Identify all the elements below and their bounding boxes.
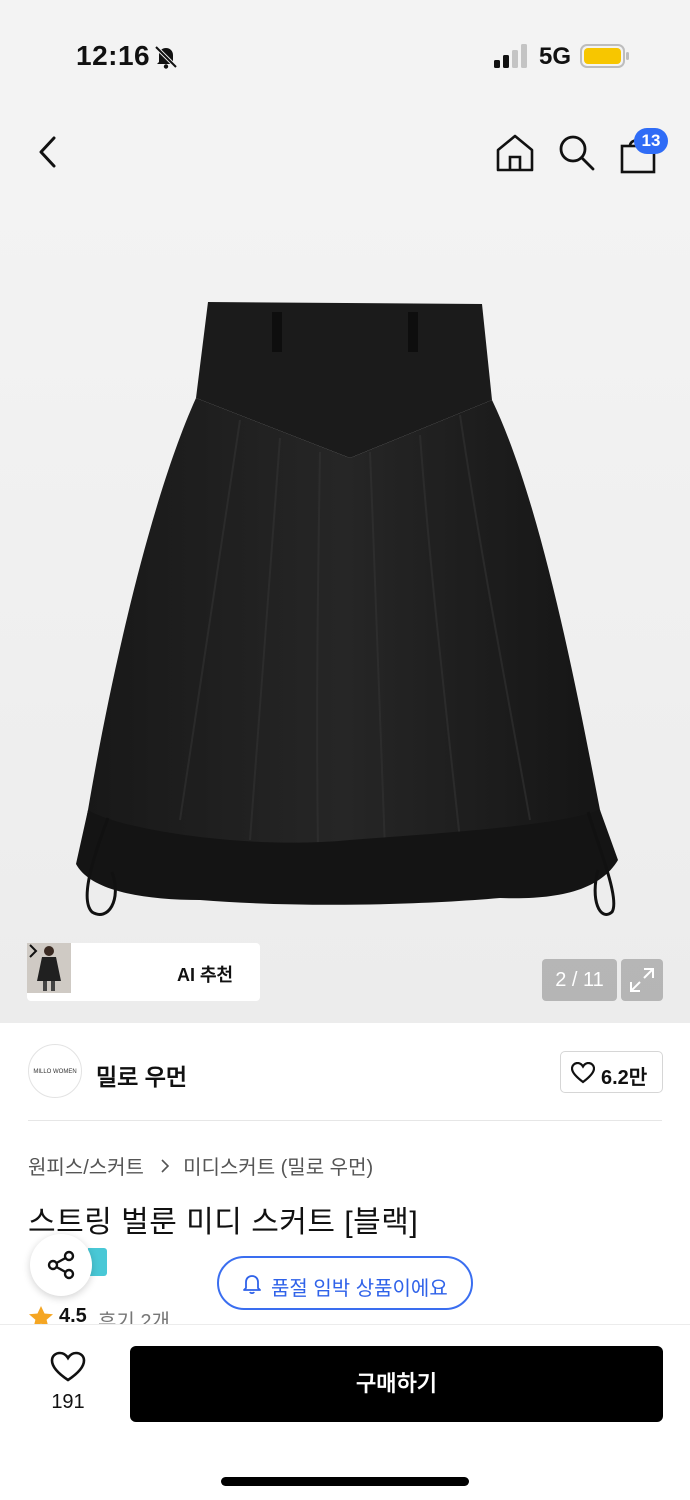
search-icon[interactable] (556, 132, 596, 172)
buy-button[interactable]: 구매하기 (130, 1346, 663, 1422)
home-icon[interactable] (494, 132, 536, 174)
chevron-right-icon (160, 1158, 169, 1173)
breadcrumb: 원피스/스커트 미디스커트 (밀로 우먼) (28, 1151, 373, 1180)
status-time: 12:16 (76, 40, 151, 71)
skirt-photo (76, 302, 618, 916)
heart-icon (571, 1062, 595, 1084)
wishlist-count: 191 (51, 1391, 85, 1413)
heart-icon (50, 1351, 86, 1382)
brand-logo[interactable]: MILLO WOMEN (28, 1044, 82, 1098)
product-title: 스트링 벌룬 미디 스커트 [블랙] (28, 1206, 419, 1239)
brand-like-button[interactable]: 6.2만 (560, 1051, 663, 1093)
top-navigation (0, 110, 690, 200)
ai-recommend-label: AI 추천 (177, 965, 234, 985)
breadcrumb-item[interactable]: 원피스/스커트 (28, 1157, 144, 1179)
chevron-left-icon[interactable] (28, 130, 68, 174)
divider (28, 1120, 662, 1121)
brand-like-count: 6.2만 (601, 1067, 648, 1089)
bottom-action-bar: 191 구매하기 (0, 1324, 690, 1500)
soldout-notice-text: 품절 임박 상품이에요 (271, 1278, 448, 1300)
share-icon (47, 1250, 75, 1280)
bell-slash-icon (154, 45, 178, 69)
expand-button[interactable] (621, 959, 663, 1001)
cart-count-badge: 13 (634, 128, 668, 154)
soldout-notice[interactable]: 품절 임박 상품이에요 (217, 1256, 473, 1310)
signal-icon (494, 44, 527, 68)
brand-name[interactable]: 밀로 우먼 (96, 1058, 187, 1092)
share-button[interactable] (30, 1234, 92, 1296)
wishlist-button[interactable]: 191 (40, 1349, 96, 1419)
battery-icon (580, 44, 629, 68)
product-image-gallery[interactable]: AI 추천 2 / 11 (0, 200, 690, 1023)
network-label: 5G (539, 43, 572, 70)
chevron-right-icon (29, 944, 38, 958)
status-bar: 12:16 5G (0, 0, 690, 110)
bell-icon (243, 1275, 261, 1295)
expand-icon (630, 968, 654, 992)
home-indicator (221, 1477, 469, 1486)
breadcrumb-item[interactable]: 미디스커트 (밀로 우먼) (183, 1157, 373, 1179)
image-pager: 2 / 11 (542, 959, 617, 1001)
ai-recommend-strip[interactable]: AI 추천 (27, 943, 260, 1001)
